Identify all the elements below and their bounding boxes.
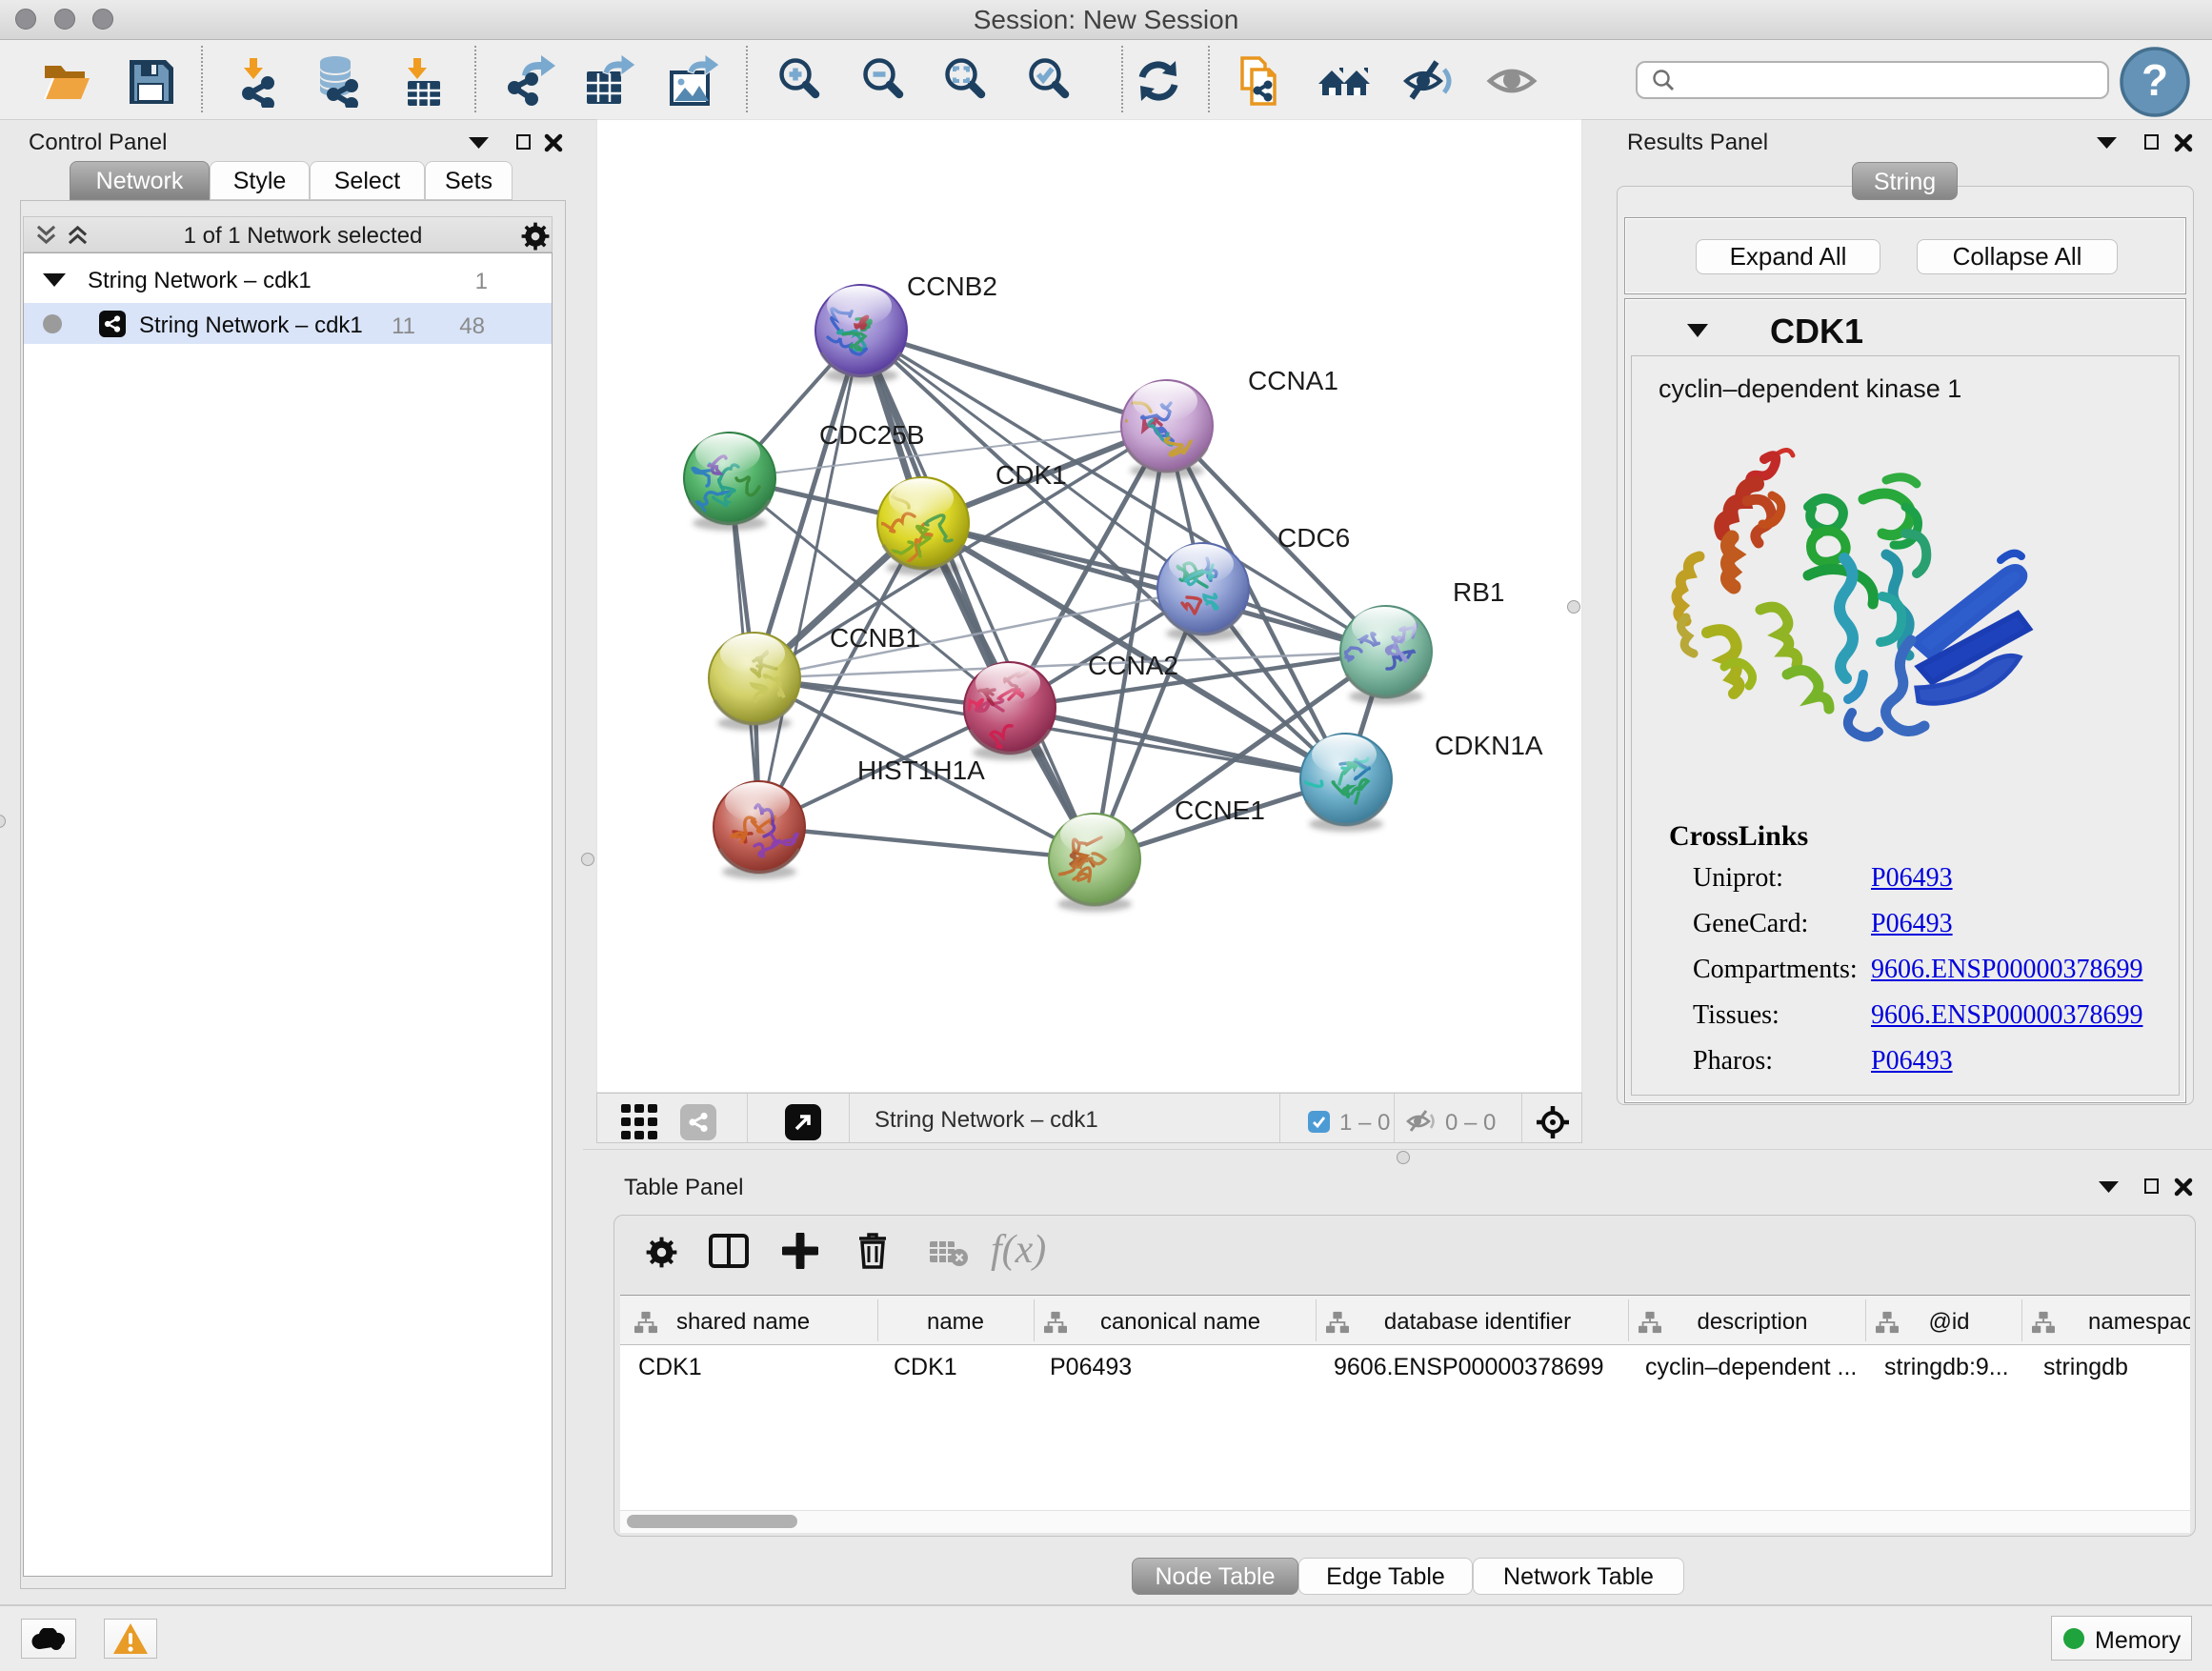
svg-text:?: ? — [2142, 55, 2168, 105]
svg-text:CCNB1: CCNB1 — [830, 623, 920, 653]
svg-text:CDK1: CDK1 — [995, 460, 1067, 490]
svg-text:CCNA1: CCNA1 — [1248, 366, 1338, 395]
svg-text:CCNB2: CCNB2 — [907, 272, 997, 301]
svg-text:CDC6: CDC6 — [1277, 523, 1350, 553]
svg-text:CCNA2: CCNA2 — [1088, 651, 1178, 680]
svg-text:CDC25B: CDC25B — [819, 420, 924, 450]
svg-text:RB1: RB1 — [1453, 577, 1504, 607]
svg-text:CDKN1A: CDKN1A — [1435, 731, 1543, 760]
svg-text:HIST1H1A: HIST1H1A — [857, 755, 985, 785]
svg-text:CCNE1: CCNE1 — [1175, 795, 1265, 825]
